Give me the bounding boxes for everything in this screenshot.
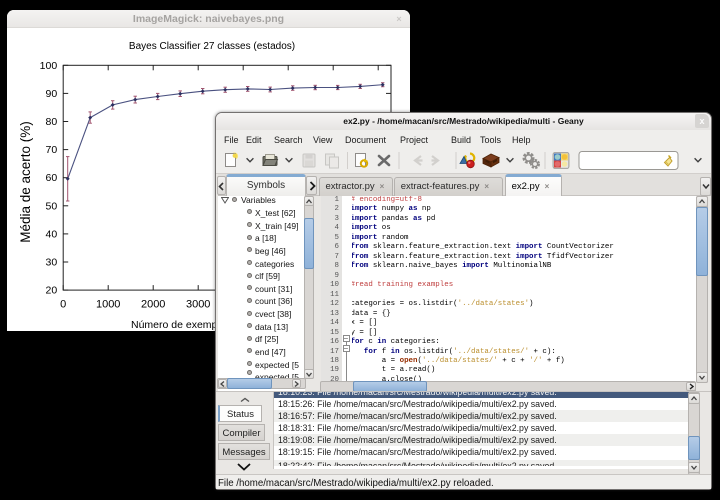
svg-text:50: 50 (46, 200, 58, 212)
svg-text:40: 40 (46, 228, 58, 240)
svg-text:3000: 3000 (186, 299, 210, 311)
svg-text:2000: 2000 (141, 299, 165, 311)
svg-text:Média de acerto (%): Média de acerto (%) (18, 121, 33, 243)
svg-text:80: 80 (46, 116, 58, 128)
svg-text:1000: 1000 (96, 299, 120, 311)
svg-text:30: 30 (46, 257, 58, 269)
svg-text:Bayes Classifier 27 classes (e: Bayes Classifier 27 classes (estados) (129, 41, 295, 52)
svg-text:70: 70 (46, 144, 58, 156)
svg-text:90: 90 (46, 88, 58, 100)
svg-text:100: 100 (40, 60, 58, 72)
svg-text:0: 0 (60, 299, 66, 311)
svg-text:60: 60 (46, 172, 58, 184)
svg-text:20: 20 (46, 285, 58, 297)
